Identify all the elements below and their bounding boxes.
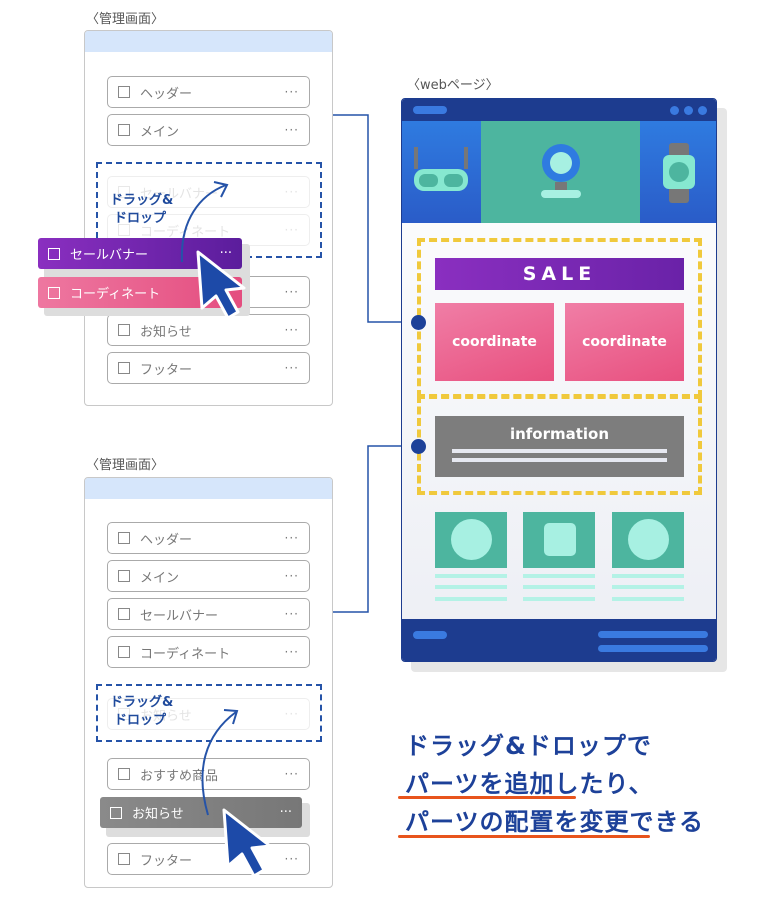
smartwatch-icon bbox=[663, 143, 695, 203]
product-card[interactable] bbox=[435, 512, 507, 568]
page-footer bbox=[402, 619, 716, 661]
glasses-icon bbox=[414, 147, 468, 191]
caption-line-1: ドラッグ&ドロップで bbox=[405, 732, 652, 760]
connector-dot bbox=[411, 439, 426, 454]
sale-banner[interactable]: SALE bbox=[435, 258, 684, 290]
webcam-icon bbox=[541, 144, 581, 198]
product-card[interactable] bbox=[612, 512, 684, 568]
webpage-title: 〈webページ〉 bbox=[407, 78, 499, 93]
caption-line-2: パーツを追加したり、 bbox=[405, 770, 654, 798]
hero-center bbox=[481, 121, 640, 223]
hero-left bbox=[402, 121, 481, 223]
product-card[interactable] bbox=[523, 512, 595, 568]
information-label: information bbox=[509, 425, 610, 443]
underline bbox=[398, 796, 576, 799]
caption-line-3: パーツの配置を変更できる bbox=[405, 808, 705, 836]
hero-right bbox=[640, 121, 716, 223]
information-block[interactable]: information bbox=[435, 416, 684, 477]
underline bbox=[398, 835, 650, 838]
connector-dot bbox=[411, 315, 426, 330]
coordinate-card[interactable]: coordinate bbox=[435, 303, 554, 381]
cursor-icon bbox=[222, 808, 272, 878]
browser-bar bbox=[402, 99, 716, 121]
coordinate-card[interactable]: coordinate bbox=[565, 303, 684, 381]
